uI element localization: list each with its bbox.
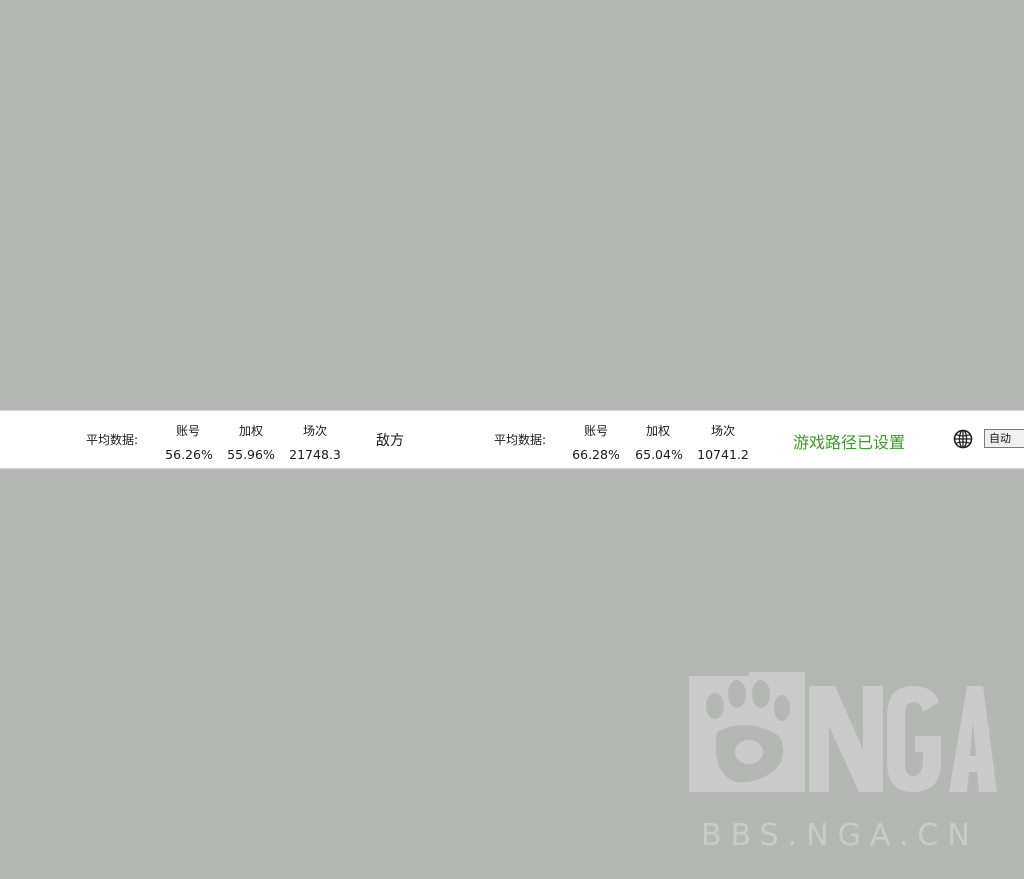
friendly-header-account: 账号 (175, 424, 201, 438)
nga-watermark: BBS.NGA.CN (687, 672, 997, 862)
enemy-value-account: 66.28% (572, 447, 620, 462)
enemy-header-account: 账号 (583, 424, 609, 438)
game-path-status: 游戏路径已设置 (793, 433, 906, 452)
stats-bar: 平均数据: 账号 加权 场次 56.26% 55.96% 21748.3 敌方 … (0, 410, 1024, 469)
watermark-site: BBS.NGA.CN (701, 818, 979, 853)
enemy-value-battles: 10741.2 (697, 447, 749, 462)
enemy-side-label: 敌方 (376, 433, 404, 449)
enemy-header-battles: 场次 (710, 424, 736, 438)
enemy-average-label: 平均数据: (493, 433, 547, 447)
enemy-header-weighted: 加权 (645, 424, 671, 438)
friendly-value-weighted: 55.96% (227, 447, 275, 462)
enemy-value-weighted: 65.04% (635, 447, 683, 462)
friendly-header-weighted: 加权 (238, 424, 264, 438)
friendly-value-battles: 21748.3 (289, 447, 341, 462)
globe-icon[interactable] (953, 429, 973, 449)
friendly-value-account: 56.26% (165, 447, 213, 462)
friendly-header-battles: 场次 (302, 424, 328, 438)
friendly-average-label: 平均数据: (85, 433, 139, 447)
language-select[interactable]: 自动 (984, 429, 1024, 448)
